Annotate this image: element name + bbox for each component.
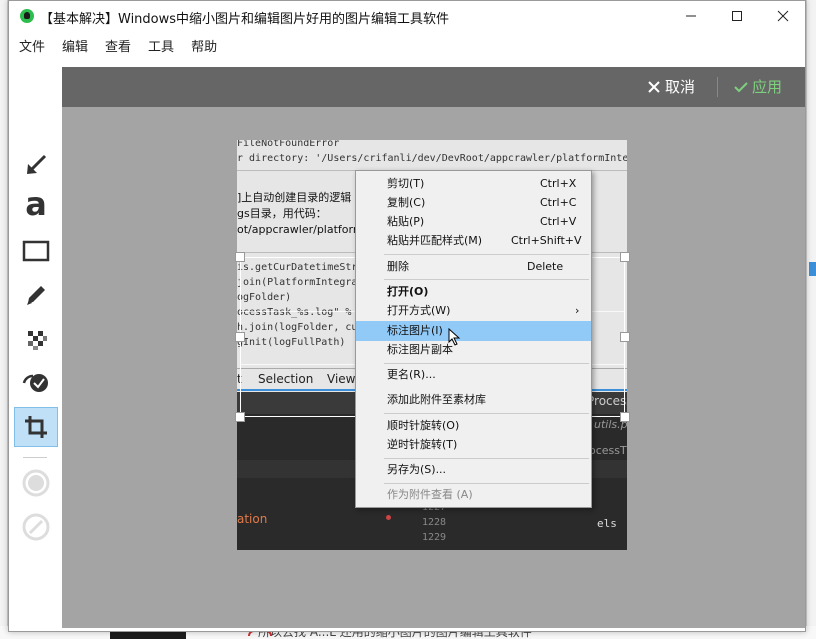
ctx-rotate-ccw: 逆时针旋转(T) — [387, 438, 458, 451]
text-a-icon: a — [25, 185, 47, 223]
code-line: r directory: '/Users/crifanli/dev/DevRoo… — [237, 153, 627, 164]
line-number: 1229 — [422, 532, 447, 543]
close-button[interactable] — [760, 1, 806, 31]
code-line: FileNotFoundError — [237, 140, 340, 149]
menu-bar: 文件 编辑 查看 工具 帮助 — [9, 37, 224, 59]
ctx-paste: 粘贴(P) Ctrl+V — [387, 215, 577, 228]
arrow-tool[interactable] — [14, 145, 58, 185]
edit-action-bar: 取消 应用 — [62, 67, 805, 107]
stamp-check-icon — [22, 374, 48, 392]
crop-handle-bottom-left[interactable] — [235, 412, 245, 422]
app-logo-icon — [20, 9, 34, 23]
background-selection-stripe — [809, 262, 816, 276]
ctx-delete: 删除 Delete — [387, 260, 564, 273]
close-icon — [777, 10, 789, 22]
crop-handle-bottom-right[interactable] — [620, 412, 630, 422]
crop-handle-right[interactable] — [620, 332, 630, 342]
background-window-right — [806, 0, 816, 639]
embedded-code-orange: ation — [237, 512, 268, 526]
maximize-button[interactable] — [714, 1, 760, 31]
crop-handle-left[interactable] — [235, 332, 245, 342]
pen-icon — [27, 286, 45, 305]
menu-edit[interactable]: 编辑 — [52, 37, 95, 59]
menu-view[interactable]: 查看 — [95, 37, 138, 59]
ctx-annotate: 标注图片(I) — [356, 321, 591, 346]
title-bar: 【基本解决】Windows中缩小图片和编辑图片好用的图片编辑工具软件 — [9, 1, 805, 31]
crop-tool[interactable] — [14, 407, 58, 447]
stamp-tool[interactable] — [14, 363, 58, 403]
crop-handle-top-left[interactable] — [235, 252, 245, 262]
embedded-tab: ocessT — [589, 444, 627, 457]
ctx-cut: 剪切(T) Ctrl+X — [387, 177, 577, 190]
line-number: 1228 — [422, 517, 447, 528]
text-tool[interactable]: a — [14, 187, 58, 227]
embedded-code: els — [597, 517, 617, 530]
color-tool[interactable] — [14, 463, 58, 503]
action-divider — [717, 77, 718, 97]
stroke-tool[interactable] — [14, 507, 58, 547]
ctx-view-as-attachment: 作为附件查看 (A) — [387, 488, 473, 501]
ctx-rename: 更名(R)... — [387, 368, 436, 381]
ctx-paste-match: 粘贴并匹配样式(M) Ctrl+Shift+V — [387, 234, 582, 247]
check-icon — [734, 82, 748, 93]
close-icon — [648, 81, 660, 93]
pixelate-icon — [28, 331, 47, 350]
crop-handle-top-right[interactable] — [620, 252, 630, 262]
apply-button[interactable]: 应用 — [734, 77, 782, 97]
ctx-annotate-copy: 标注图片副本 — [387, 343, 453, 356]
maximize-icon — [732, 11, 742, 21]
rectangle-tool[interactable] — [14, 231, 58, 271]
ctx-open-with: 打开方式(W) › — [387, 304, 580, 317]
pixelate-tool[interactable] — [14, 319, 58, 359]
context-menu: 剪切(T) Ctrl+X 复制(C) Ctrl+C 粘贴(P) Ctrl+V 粘贴并匹… — [355, 170, 592, 508]
menu-file[interactable]: 文件 — [9, 37, 52, 59]
ctx-open: 打开(O) — [387, 285, 429, 298]
ctx-add-library: 添加此附件至素材库 — [387, 393, 486, 406]
menu-tools[interactable]: 工具 — [138, 37, 181, 59]
cancel-label: 取消 — [665, 78, 696, 96]
window-title: 【基本解决】Windows中缩小图片和编辑图片好用的图片编辑工具软件 — [40, 12, 450, 27]
annotation-toolbar: a — [9, 141, 61, 561]
cancel-button[interactable]: 取消 — [647, 77, 695, 97]
crop-icon — [25, 416, 47, 438]
rectangle-icon — [22, 240, 50, 262]
toolbar-divider — [23, 457, 47, 458]
minimize-icon — [686, 15, 696, 17]
circle-icon — [22, 469, 50, 497]
minimize-button[interactable] — [668, 1, 714, 31]
menu-help[interactable]: 帮助 — [181, 37, 224, 59]
arrow-icon — [27, 154, 47, 174]
pen-tool[interactable] — [14, 275, 58, 315]
ctx-rotate-cw: 顺时针旋转(O) — [387, 419, 460, 432]
slash-circle-icon — [22, 513, 50, 541]
background-window-left — [0, 0, 8, 639]
apply-label: 应用 — [752, 78, 783, 96]
ctx-save-as: 另存为(S)... — [387, 463, 447, 476]
ctx-copy: 复制(C) Ctrl+C — [387, 196, 577, 209]
